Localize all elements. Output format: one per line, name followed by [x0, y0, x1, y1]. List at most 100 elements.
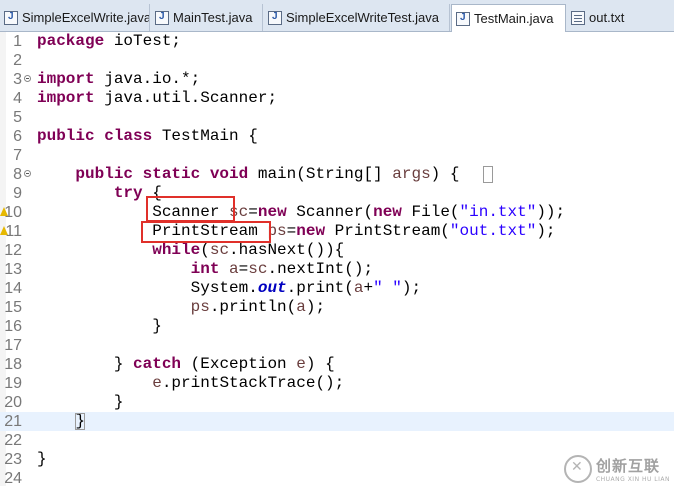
keyword: catch: [133, 355, 182, 373]
code-line[interactable]: 16 }: [0, 317, 674, 336]
variable: ps: [190, 298, 210, 316]
code-line[interactable]: 17: [0, 336, 674, 355]
line-number: 1: [13, 33, 22, 50]
line-number: 2: [13, 52, 22, 69]
code-text: .nextInt();: [267, 260, 374, 278]
code-line[interactable]: 11 PrintStream ps=new PrintStream("out.t…: [0, 222, 674, 241]
annotation-box-scanner: [146, 196, 235, 222]
java-file-icon: [268, 10, 282, 25]
logo-text-en: CHUANG XIN HU LIAN: [595, 476, 670, 483]
code-text: (Exception: [181, 355, 297, 373]
code-line[interactable]: 9 try {: [0, 184, 674, 203]
code-text: }: [113, 393, 124, 411]
line-number: 7: [13, 147, 22, 164]
line-number: 14: [4, 280, 22, 297]
code-text: ) {: [430, 165, 460, 183]
line-number: 3: [13, 71, 22, 88]
string-literal: "in.txt": [459, 203, 537, 221]
code-line[interactable]: 4 import java.util.Scanner;: [0, 89, 674, 108]
code-text: main(String[]: [248, 165, 393, 183]
keyword: new: [257, 203, 287, 221]
code-text: File(: [401, 203, 460, 221]
code-text: }: [37, 450, 47, 468]
fold-toggle-icon[interactable]: [24, 170, 31, 177]
matching-bracket-highlight: [483, 166, 493, 183]
matching-bracket-highlight: [75, 413, 85, 430]
code-text: java.util.Scanner;: [94, 89, 278, 107]
code-line[interactable]: 6 public class TestMain {: [0, 127, 674, 146]
string-literal: "out.txt": [449, 222, 537, 240]
code-line[interactable]: 2: [0, 51, 674, 70]
variable: a: [229, 260, 239, 278]
code-text: Scanner(: [286, 203, 374, 221]
java-file-icon: [155, 10, 169, 25]
tab-label: out.txt: [589, 10, 625, 25]
line-number: 6: [13, 128, 22, 145]
string-literal: " ": [373, 279, 402, 297]
tab-testmain[interactable]: TestMain.java: [451, 4, 566, 32]
tab-out-txt[interactable]: out.txt: [567, 4, 674, 31]
code-line-current[interactable]: 21 }: [0, 412, 674, 431]
watermark-logo: 创新互联 CHUANG XIN HU LIAN: [563, 455, 670, 483]
code-text: TestMain {: [152, 127, 258, 145]
line-number: 8: [13, 166, 22, 183]
code-line[interactable]: 12 while(sc.hasNext()){: [0, 241, 674, 260]
variable: e: [296, 355, 306, 373]
tab-maintest[interactable]: MainTest.java: [151, 4, 263, 31]
code-editor[interactable]: 1 package ioTest; 2 3 import java.io.*; …: [0, 32, 674, 487]
java-file-icon: [456, 11, 470, 26]
variable: a: [296, 298, 306, 316]
code-text: ioTest;: [104, 32, 182, 50]
code-line[interactable]: 20 }: [0, 393, 674, 412]
code-text: .print(: [286, 279, 354, 297]
code-text: );: [536, 222, 556, 240]
code-line[interactable]: 3 import java.io.*;: [0, 70, 674, 89]
code-text: =: [248, 203, 258, 221]
code-line[interactable]: 22: [0, 431, 674, 450]
keyword: new: [296, 222, 326, 240]
annotation-box-printstream: [141, 221, 271, 243]
line-number: 5: [13, 109, 22, 126]
code-text: }: [113, 355, 134, 373]
code-line[interactable]: 8 public static void main(String[] args)…: [0, 165, 674, 184]
line-number: 9: [13, 185, 22, 202]
tab-simpleexcelwritetest[interactable]: SimpleExcelWriteTest.java: [264, 4, 450, 31]
line-number: 23: [4, 451, 22, 468]
static-field: out: [257, 279, 287, 297]
keyword: import: [37, 89, 95, 107]
code-line[interactable]: 15 ps.println(a);: [0, 298, 674, 317]
keyword: package: [37, 32, 105, 50]
tab-label: SimpleExcelWrite.java: [22, 10, 150, 25]
code-line[interactable]: 14 System.out.print(a+" ");: [0, 279, 674, 298]
code-text: (: [200, 241, 210, 259]
code-line[interactable]: 19 e.printStackTrace();: [0, 374, 674, 393]
code-text: );: [401, 279, 422, 297]
code-line[interactable]: 18 } catch (Exception e) {: [0, 355, 674, 374]
code-line[interactable]: 5: [0, 108, 674, 127]
code-line[interactable]: 10 Scanner sc=new Scanner(new File("in.t…: [0, 203, 674, 222]
keyword: try: [113, 184, 143, 202]
tab-simpleexcelwrite[interactable]: SimpleExcelWrite.java: [0, 4, 150, 31]
line-number: 10: [4, 204, 22, 221]
code-text: java.io.*;: [94, 70, 201, 88]
variable: sc: [248, 260, 268, 278]
line-number: 19: [4, 375, 22, 392]
code-text: .println(: [209, 298, 297, 316]
tab-label: TestMain.java: [474, 11, 554, 26]
code-line[interactable]: 13 int a=sc.nextInt();: [0, 260, 674, 279]
keyword: import: [37, 70, 95, 88]
logo-text-cn: 创新互联: [595, 457, 660, 475]
code-line[interactable]: 1 package ioTest;: [0, 32, 674, 51]
code-text: PrintStream(: [325, 222, 450, 240]
code-text: +: [363, 279, 374, 297]
code-line[interactable]: 7: [0, 146, 674, 165]
text-file-icon: [571, 10, 585, 25]
fold-toggle-icon[interactable]: [24, 75, 31, 82]
keyword: int: [190, 260, 220, 278]
code-text: =: [238, 260, 249, 278]
keyword: public class: [37, 127, 153, 145]
tab-label: SimpleExcelWriteTest.java: [286, 10, 439, 25]
code-text: .printStackTrace();: [161, 374, 345, 392]
line-number: 15: [4, 299, 22, 316]
